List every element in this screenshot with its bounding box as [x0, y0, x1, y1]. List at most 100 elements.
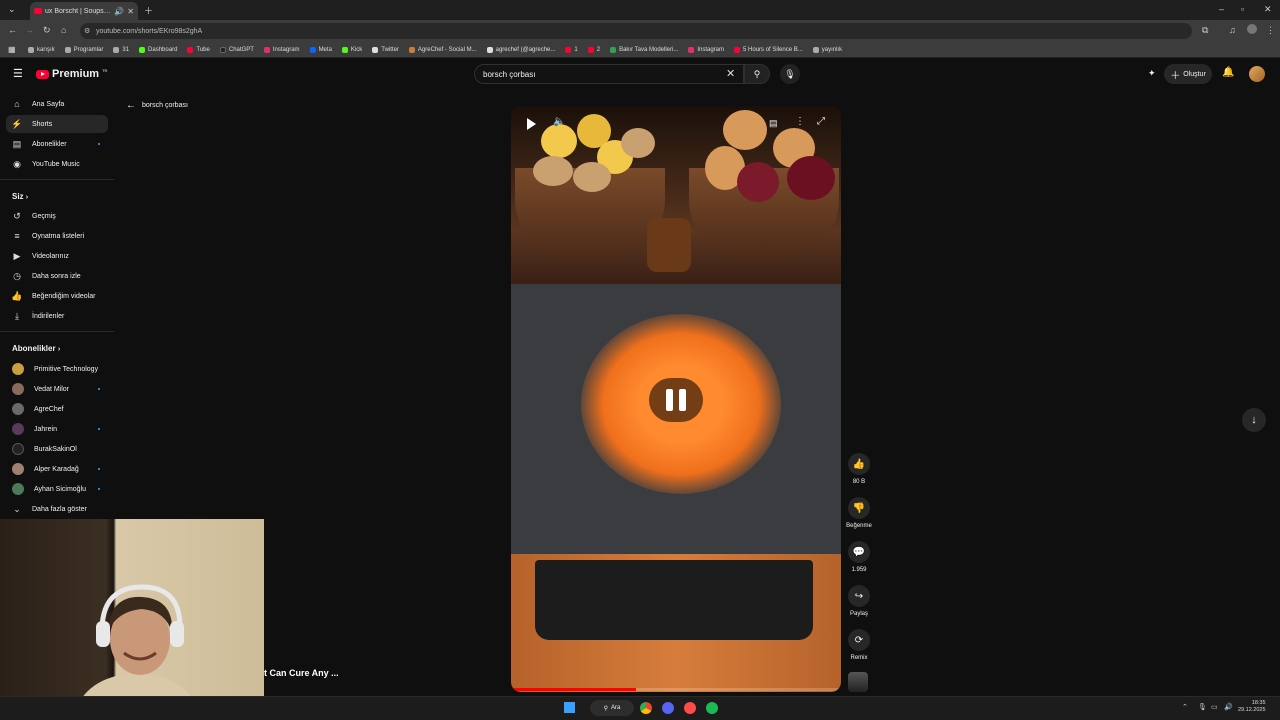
sidebar-channel[interactable]: Jahrein [6, 420, 108, 438]
remix-button[interactable]: ⟳ Remix [846, 629, 872, 661]
profile-avatar-icon[interactable] [1247, 24, 1257, 34]
like-button[interactable]: 👍 80 B [846, 453, 872, 485]
bookmark-item[interactable]: yayınlık [812, 46, 842, 53]
fullscreen-icon[interactable]: ⤢ [817, 116, 825, 127]
tray-volume-icon[interactable]: 🔊 [1224, 703, 1233, 711]
sidebar-show-more[interactable]: ⌄ Daha fazla göster [6, 500, 108, 518]
spotify-taskbar-icon[interactable] [706, 702, 718, 714]
sidebar-item-your-videos[interactable]: ▶ Videolarınız [6, 247, 108, 265]
app-taskbar-icon[interactable] [684, 702, 696, 714]
shorts-video-player[interactable]: 🔈 ▤ ⋮ ⤢ [511, 106, 841, 692]
tab-close-icon[interactable]: ✕ [127, 7, 134, 16]
clear-search-icon[interactable]: ✕ [726, 67, 735, 80]
sidebar-subscriptions-heading[interactable]: Abonelikler › [12, 344, 60, 353]
sidebar-channel[interactable]: Ayhan Sicimoğlu [6, 480, 108, 498]
tray-chevron-icon[interactable]: ⌃ [1182, 703, 1188, 711]
channel-name: Primitive Technology [34, 365, 99, 373]
extensions-icon[interactable]: ⧉ [1202, 25, 1208, 36]
maximize-icon[interactable]: ▫ [1241, 4, 1244, 14]
notifications-bell-icon[interactable]: 🔔 [1222, 67, 1234, 78]
bookmark-item[interactable]: AgreChef - Social M... [408, 46, 477, 53]
tray-mic-icon[interactable]: 🎙 [1198, 703, 1207, 711]
back-arrow-icon[interactable]: ← [8, 25, 17, 35]
bookmark-item[interactable]: Instagram [263, 46, 300, 53]
search-input[interactable]: borsch çorbası [474, 64, 744, 84]
sidebar-item-shorts[interactable]: ⚡ Shorts [6, 115, 108, 133]
play-icon[interactable] [527, 118, 536, 130]
create-button[interactable]: ＋ Oluştur [1164, 64, 1212, 84]
tab-menu-chevron-icon[interactable]: ⌄ [8, 4, 16, 15]
video-progress-bar[interactable] [511, 688, 841, 691]
voice-search-button[interactable]: 🎙 [780, 64, 800, 84]
sidebar-channel[interactable]: Primitive Technology [6, 360, 108, 378]
youtube-premium-logo[interactable]: Premium TR [36, 68, 107, 80]
captions-icon[interactable]: ▤ [769, 118, 778, 129]
home-browser-icon[interactable]: ⌂ [61, 25, 66, 35]
show-more-label: Daha fazla göster [32, 505, 87, 513]
bookmark-item[interactable]: Programlar [64, 46, 103, 53]
sidebar-channel[interactable]: Vedat Milor [6, 380, 108, 398]
comments-button[interactable]: 💬 1.959 [846, 541, 872, 573]
folder-icon [64, 46, 71, 53]
chrome-taskbar-icon[interactable] [640, 702, 652, 714]
next-short-button[interactable]: ↓ [1242, 408, 1266, 432]
sidebar-channel[interactable]: Alper Karadağ [6, 460, 108, 478]
bookmark-item[interactable]: Instagram [688, 46, 724, 53]
account-avatar[interactable] [1249, 66, 1265, 82]
bookmark-item[interactable]: Meta [309, 46, 332, 53]
pause-button[interactable] [649, 378, 703, 422]
sidebar-item-watch-later[interactable]: ◷ Daha sonra izle [6, 267, 108, 285]
create-label: Oluştur [1183, 70, 1206, 78]
apps-grid-icon[interactable]: ▦ [8, 45, 16, 54]
sound-channel-thumbnail[interactable] [848, 672, 868, 692]
volume-icon[interactable]: 🔈 [553, 116, 565, 127]
sidebar-item-downloads[interactable]: ⤓ İndirilenler [6, 307, 108, 325]
tray-network-icon[interactable]: ▭ [1211, 703, 1218, 711]
sidebar-item-youtube-music[interactable]: ◉ YouTube Music [6, 155, 108, 173]
new-tab-button[interactable]: ＋ [144, 4, 153, 17]
tab-title: ux Borscht | Soups So Good [45, 7, 111, 15]
sidebar-channel[interactable]: BurakSakinOl [6, 440, 108, 458]
share-button[interactable]: ↪ Paylaş [846, 585, 872, 617]
search-button[interactable]: ⚲ [744, 64, 770, 84]
bookmark-item[interactable]: Tube [187, 46, 210, 53]
minimize-icon[interactable]: – [1219, 4, 1224, 14]
dislike-button[interactable]: 👎 Beğenme [846, 497, 872, 529]
back-to-search-link[interactable]: ← borsch çorbası [126, 100, 188, 111]
close-window-icon[interactable]: ✕ [1264, 4, 1272, 15]
bookmark-item[interactable]: 31 [113, 46, 129, 53]
reload-icon[interactable]: ↻ [43, 25, 51, 36]
forward-arrow-icon[interactable]: → [25, 25, 34, 35]
browser-menu-icon[interactable]: ⋮ [1266, 25, 1275, 36]
sidebar-you-heading[interactable]: Siz › [12, 192, 28, 201]
tab-audio-icon[interactable]: 🔊 [114, 7, 124, 16]
bookmark-item[interactable]: agrechef (@agreche... [486, 46, 555, 53]
browser-tab-active[interactable]: ux Borscht | Soups So Good 🔊 ✕ [30, 2, 138, 20]
sidebar-channel[interactable]: AgreChef [6, 400, 108, 418]
bookmark-item[interactable]: ChatGPT [219, 46, 254, 53]
bookmark-item[interactable]: 2 [587, 46, 600, 53]
sidebar-item-liked-videos[interactable]: 👍 Beğendiğim videolar [6, 287, 108, 305]
sidebar-item-home[interactable]: ⌂ Ana Sayfa [6, 95, 108, 113]
windows-start-icon[interactable] [564, 702, 575, 713]
media-control-icon[interactable]: ♫ [1229, 25, 1236, 35]
address-bar[interactable]: ⚙ youtube.com/shorts/EKro98s2ghA [80, 23, 1192, 39]
bookmark-item[interactable]: Kick [341, 46, 362, 53]
more-options-icon[interactable]: ⋮ [795, 116, 805, 127]
bookmark-item[interactable]: karışık [28, 46, 55, 53]
taskbar-search[interactable]: ⚲ Ara [590, 700, 634, 716]
taskbar-clock[interactable]: 18:35 29.12.2025 [1238, 700, 1266, 714]
sidebar-item-subscriptions[interactable]: ▤ Abonelikler [6, 135, 108, 153]
bookmark-item[interactable]: Dashboard [139, 46, 177, 53]
bookmark-item[interactable]: Twitter [372, 46, 399, 53]
sidebar-item-history[interactable]: ↺ Geçmiş [6, 207, 108, 225]
hamburger-menu-icon[interactable]: ☰ [13, 67, 23, 80]
flair-icon[interactable]: ✦ [1148, 68, 1156, 79]
discord-taskbar-icon[interactable] [662, 702, 674, 714]
bookmark-item[interactable]: 1 [565, 46, 578, 53]
bookmark-item[interactable]: Bakır Tava Modelleri... [610, 46, 678, 53]
address-url: youtube.com/shorts/EKro98s2ghA [96, 27, 203, 35]
site-info-icon[interactable]: ⚙ [84, 27, 90, 35]
sidebar-item-playlists[interactable]: ≡ Oynatma listeleri [6, 227, 108, 245]
bookmark-item[interactable]: 5 Hours of Silence B... [734, 46, 803, 53]
